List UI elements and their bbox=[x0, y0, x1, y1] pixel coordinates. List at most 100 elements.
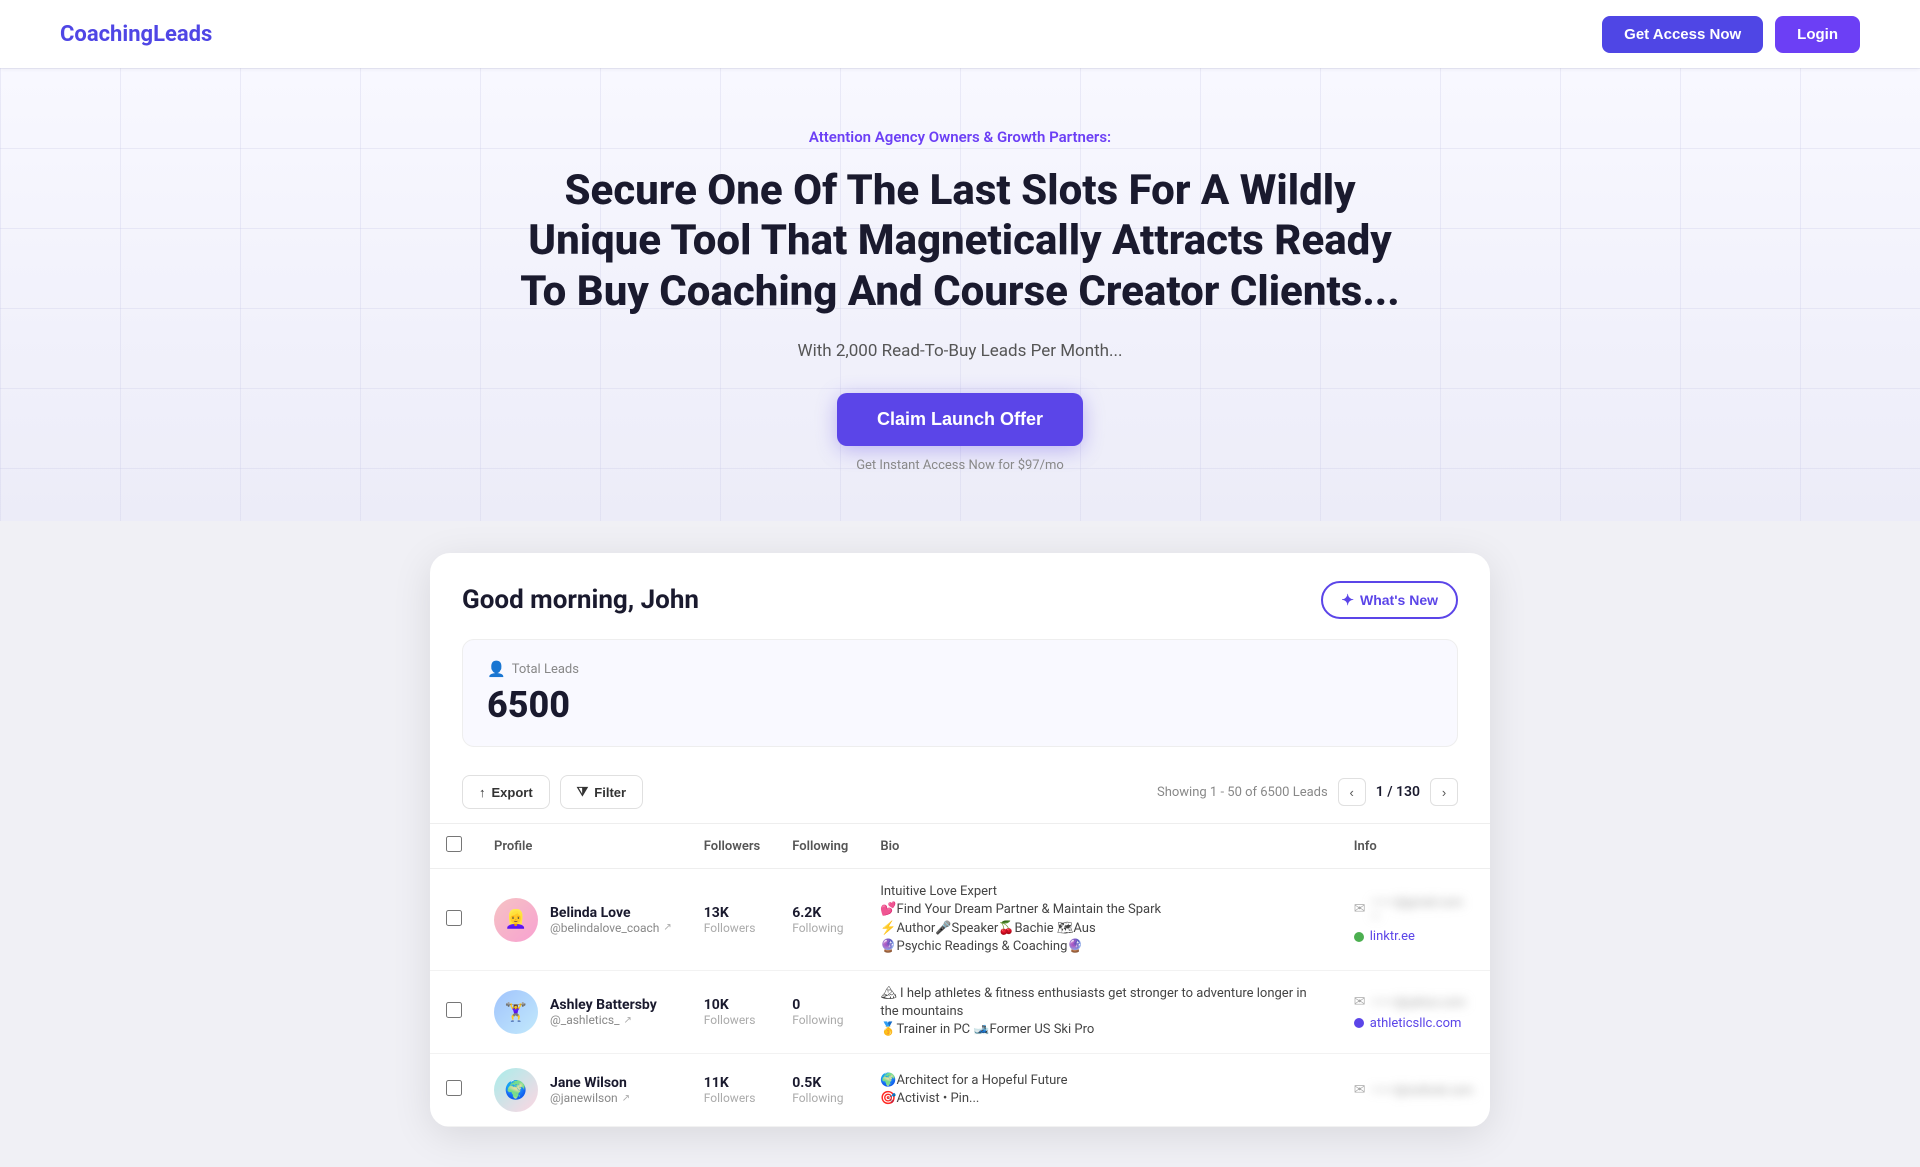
avatar: 🏋️‍♀️ bbox=[494, 990, 538, 1034]
profile-cell: 👱‍♀️ Belinda Love @belindalove_coach ↗ bbox=[478, 869, 688, 971]
profile-handle: @belindalove_coach ↗ bbox=[550, 921, 672, 935]
profile-cell: 🏋️‍♀️ Ashley Battersby @_ashletics_ ↗ bbox=[478, 970, 688, 1054]
total-leads-count: 6500 bbox=[487, 684, 1433, 726]
info-container: ✉ ••••••@outlook.com bbox=[1354, 1082, 1474, 1098]
filter-icon: ⧩ bbox=[577, 784, 589, 800]
login-button[interactable]: Login bbox=[1775, 16, 1860, 53]
followers-count: 10K bbox=[704, 997, 760, 1013]
table-row: 🌍 Jane Wilson @janewilson ↗ 11K Follower… bbox=[430, 1054, 1490, 1127]
link-indicator bbox=[1354, 932, 1364, 942]
followers-cell: 10K Followers bbox=[688, 970, 776, 1054]
dashboard-card: Good morning, John ✦ What's New 👤 Total … bbox=[430, 553, 1490, 1127]
info-link[interactable]: athleticsllc.com bbox=[1354, 1016, 1474, 1031]
hero-subtitle: With 2,000 Read-To-Buy Leads Per Month..… bbox=[510, 341, 1410, 361]
export-button[interactable]: ↑ Export bbox=[462, 775, 550, 809]
email-blurred: ••••••@outlook.com bbox=[1372, 1083, 1474, 1097]
following-label: Following bbox=[792, 921, 848, 935]
email-icon: ✉ bbox=[1354, 901, 1366, 917]
hero-eyebrow: Attention Agency Owners & Growth Partner… bbox=[510, 128, 1410, 146]
following-count: 0.5K bbox=[792, 1075, 848, 1091]
col-following: Following bbox=[776, 824, 864, 869]
profile-name: Belinda Love bbox=[550, 905, 672, 921]
sparkle-icon: ✦ bbox=[1341, 591, 1354, 609]
select-all-checkbox[interactable] bbox=[446, 836, 462, 852]
info-cell: ✉ ••••••@gmail.com •• linktr.ee bbox=[1338, 869, 1490, 971]
email-icon: ✉ bbox=[1354, 1082, 1366, 1098]
info-link[interactable]: linktr.ee bbox=[1354, 929, 1474, 944]
followers-label: Followers bbox=[704, 1091, 760, 1105]
table-row: 🏋️‍♀️ Ashley Battersby @_ashletics_ ↗ 10… bbox=[430, 970, 1490, 1054]
info-container: ✉ ••••••@yahoo.com athleticsllc.com bbox=[1354, 994, 1474, 1031]
bio-text: 🏔 I help athletes & fitness enthusiasts … bbox=[880, 985, 1321, 1040]
profile-handle: @janewilson ↗ bbox=[550, 1091, 630, 1105]
hero-title: Secure One Of The Last Slots For A Wildl… bbox=[510, 166, 1410, 317]
navbar: CoachingLeads Get Access Now Login bbox=[0, 0, 1920, 68]
row-checkbox-cell bbox=[430, 1054, 478, 1127]
claim-offer-button[interactable]: Claim Launch Offer bbox=[837, 393, 1083, 446]
following-cell: 6.2K Following bbox=[776, 869, 864, 971]
dashboard-header: Good morning, John ✦ What's New bbox=[430, 553, 1490, 639]
next-page-button[interactable]: › bbox=[1430, 778, 1458, 806]
external-link-icon: ↗ bbox=[663, 922, 671, 933]
toolbar-right: Showing 1 - 50 of 6500 Leads ‹ 1 / 130 › bbox=[1157, 778, 1458, 806]
row-checkbox[interactable] bbox=[446, 1080, 462, 1096]
avatar: 👱‍♀️ bbox=[494, 898, 538, 942]
col-followers: Followers bbox=[688, 824, 776, 869]
email-icon: ✉ bbox=[1354, 994, 1366, 1010]
followers-label: Followers bbox=[704, 1013, 760, 1027]
hero-section: Attention Agency Owners & Growth Partner… bbox=[0, 68, 1920, 521]
bio-cell: Intuitive Love Expert💕Find Your Dream Pa… bbox=[864, 869, 1337, 971]
col-profile: Profile bbox=[478, 824, 688, 869]
email-blurred: ••••••@gmail.com •• bbox=[1372, 895, 1475, 923]
info-container: ✉ ••••••@gmail.com •• linktr.ee bbox=[1354, 895, 1474, 944]
user-icon: 👤 bbox=[487, 660, 506, 678]
profile-name: Jane Wilson bbox=[550, 1075, 630, 1091]
followers-cell: 11K Followers bbox=[688, 1054, 776, 1127]
bio-text: Intuitive Love Expert💕Find Your Dream Pa… bbox=[880, 883, 1321, 956]
profile-cell: 🌍 Jane Wilson @janewilson ↗ bbox=[478, 1054, 688, 1127]
whats-new-button[interactable]: ✦ What's New bbox=[1321, 581, 1458, 619]
dashboard-wrapper: Good morning, John ✦ What's New 👤 Total … bbox=[410, 553, 1510, 1167]
profile-info: Ashley Battersby @_ashletics_ ↗ bbox=[550, 997, 657, 1027]
info-cell: ✉ ••••••@outlook.com bbox=[1338, 1054, 1490, 1127]
link-indicator bbox=[1354, 1018, 1364, 1028]
following-label: Following bbox=[792, 1013, 848, 1027]
pagination-info: Showing 1 - 50 of 6500 Leads bbox=[1157, 785, 1328, 800]
email-blurred: ••••••@yahoo.com bbox=[1372, 995, 1466, 1009]
email-row: ✉ ••••••@outlook.com bbox=[1354, 1082, 1474, 1098]
external-link-icon: ↗ bbox=[622, 1093, 630, 1104]
pagination-controls: ‹ 1 / 130 › bbox=[1338, 778, 1458, 806]
filter-button[interactable]: ⧩ Filter bbox=[560, 775, 643, 809]
info-cell: ✉ ••••••@yahoo.com athleticsllc.com bbox=[1338, 970, 1490, 1054]
bio-cell: 🌍Architect for a Hopeful Future🎯Activist… bbox=[864, 1054, 1337, 1127]
external-link-icon: ↗ bbox=[624, 1015, 632, 1026]
profile-handle: @_ashletics_ ↗ bbox=[550, 1013, 657, 1027]
row-checkbox[interactable] bbox=[446, 910, 462, 926]
email-row: ✉ ••••••@gmail.com •• bbox=[1354, 895, 1474, 923]
following-label: Following bbox=[792, 1091, 848, 1105]
followers-cell: 13K Followers bbox=[688, 869, 776, 971]
followers-count: 13K bbox=[704, 905, 760, 921]
stats-section: 👤 Total Leads 6500 bbox=[462, 639, 1458, 747]
following-count: 6.2K bbox=[792, 905, 848, 921]
bio-cell: 🏔 I help athletes & fitness enthusiasts … bbox=[864, 970, 1337, 1054]
stats-label: 👤 Total Leads bbox=[487, 660, 1433, 678]
followers-label: Followers bbox=[704, 921, 760, 935]
table-header-row: Profile Followers Following Bio Info bbox=[430, 824, 1490, 869]
followers-count: 11K bbox=[704, 1075, 760, 1091]
nav-logo[interactable]: CoachingLeads bbox=[60, 22, 212, 47]
whats-new-label: What's New bbox=[1360, 592, 1438, 608]
following-cell: 0.5K Following bbox=[776, 1054, 864, 1127]
row-checkbox[interactable] bbox=[446, 1002, 462, 1018]
email-row: ✉ ••••••@yahoo.com bbox=[1354, 994, 1474, 1010]
get-access-button[interactable]: Get Access Now bbox=[1602, 16, 1763, 53]
row-checkbox-cell bbox=[430, 970, 478, 1054]
dashboard-greeting: Good morning, John bbox=[462, 585, 699, 615]
prev-page-button[interactable]: ‹ bbox=[1338, 778, 1366, 806]
col-bio: Bio bbox=[864, 824, 1337, 869]
page-info: 1 / 130 bbox=[1372, 784, 1424, 800]
col-info: Info bbox=[1338, 824, 1490, 869]
export-icon: ↑ bbox=[479, 785, 486, 800]
profile-info: Belinda Love @belindalove_coach ↗ bbox=[550, 905, 672, 935]
hero-cta-small: Get Instant Access Now for $97/mo bbox=[510, 458, 1410, 473]
